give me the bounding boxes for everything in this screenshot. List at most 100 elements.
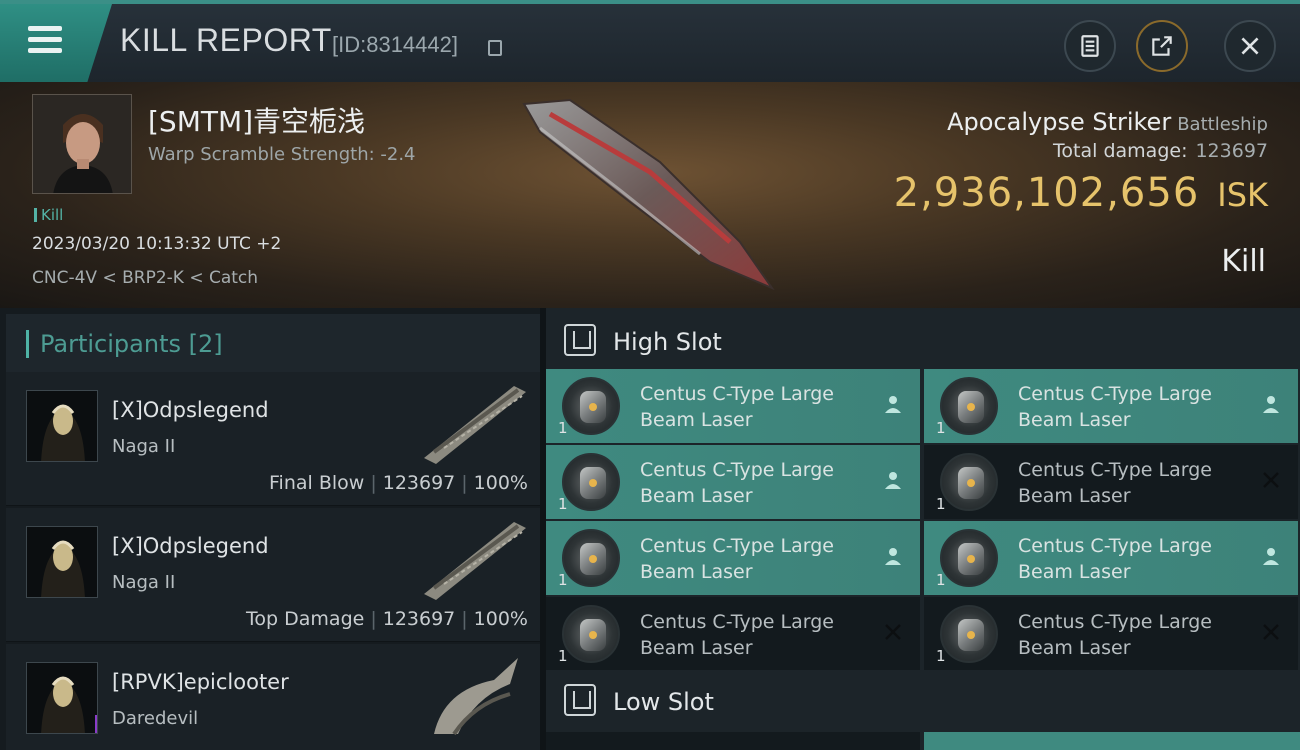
module-quantity: 1 xyxy=(558,571,568,589)
kill-datetime: 2023/03/20 10:13:32 UTC +2 xyxy=(32,234,282,254)
module-slot-partial xyxy=(924,732,1300,750)
participant-avatar xyxy=(26,390,98,462)
module-slot[interactable]: 1 Centus C-Type Large Beam Laser xyxy=(546,445,920,519)
warp-scramble-strength: Warp Scramble Strength: -2.4 xyxy=(148,144,416,165)
participant-role: Final Blow xyxy=(269,472,365,494)
isk-value: 2,936,102,656 xyxy=(893,170,1200,216)
participant-role: Top Damage xyxy=(246,608,365,630)
module-slot[interactable]: 1 Centus C-Type Large Beam Laser xyxy=(546,597,920,671)
isk-unit: ISK xyxy=(1217,176,1268,214)
person-icon xyxy=(1263,396,1279,413)
top-bar: KILL REPORT [ID:8314442] xyxy=(0,0,1300,82)
ship-name: Apocalypse Striker xyxy=(947,108,1172,136)
kill-location[interactable]: CNC-4V < BRP2-K < Catch xyxy=(32,268,258,288)
beam-laser-icon xyxy=(562,453,620,511)
module-name: Centus C-Type Large Beam Laser xyxy=(640,459,834,507)
participant-row[interactable]: [X]Odpslegend Naga II Top Damage | 123697 |… xyxy=(6,508,540,642)
participants-header[interactable]: Participants [2] xyxy=(6,314,540,372)
participant-ship-image xyxy=(424,386,526,464)
info-badge: i xyxy=(95,715,97,733)
victim-ship[interactable]: Apocalypse Striker Battleship xyxy=(947,108,1268,136)
beam-laser-icon xyxy=(562,605,620,663)
person-icon xyxy=(885,548,901,565)
participant-ship-image xyxy=(434,658,518,736)
x-icon xyxy=(1263,472,1279,488)
module-slot[interactable]: 1 Centus C-Type Large Beam Laser xyxy=(924,445,1298,519)
low-slot-label: Low Slot xyxy=(613,688,714,716)
beam-laser-icon xyxy=(940,605,998,663)
module-slot[interactable]: 1 Centus C-Type Large Beam Laser xyxy=(546,369,920,443)
fitting-panel: High Slot 1 Centus C-Type Large Beam Lase… xyxy=(546,308,1300,750)
participant-name: [RPVK]epiclooter xyxy=(112,670,289,694)
beam-laser-icon xyxy=(940,529,998,587)
participant-percent: 100% xyxy=(473,472,528,494)
total-damage: Total damage: 123697 xyxy=(1053,140,1268,162)
module-quantity: 1 xyxy=(558,647,568,665)
module-quantity: 1 xyxy=(936,647,946,665)
participant-damage: 123697 xyxy=(382,472,456,494)
module-name: Centus C-Type Large Beam Laser xyxy=(1018,611,1212,659)
page-title: KILL REPORT xyxy=(120,22,332,58)
x-icon xyxy=(1263,624,1279,640)
module-slot[interactable]: 1 Centus C-Type Large Beam Laser xyxy=(924,369,1298,443)
result-label: Kill xyxy=(1221,244,1266,279)
menu-button[interactable] xyxy=(0,4,112,82)
report-id: [ID:8314442] xyxy=(332,32,458,57)
module-quantity: 1 xyxy=(558,495,568,513)
ship-render xyxy=(522,98,775,291)
participant-ship: Naga II xyxy=(112,572,176,593)
module-name: Centus C-Type Large Beam Laser xyxy=(640,383,834,431)
clipboard-icon xyxy=(1081,35,1099,57)
victim-name[interactable]: [SMTM]青空栀浅 xyxy=(148,100,365,140)
participant-avatar: i xyxy=(26,662,98,734)
beam-laser-icon xyxy=(940,377,998,435)
beam-laser-icon xyxy=(562,377,620,435)
participant-stats: Final Blow | 123697 | 100% xyxy=(269,472,528,494)
x-icon xyxy=(885,624,901,640)
victim-portrait[interactable] xyxy=(32,94,132,194)
high-slot-header: High Slot xyxy=(546,310,1300,372)
low-slot-icon xyxy=(564,684,596,716)
module-slot-partial xyxy=(546,732,920,750)
total-damage-value: 123697 xyxy=(1195,140,1268,162)
participant-row[interactable]: i [RPVK]epiclooter Daredevil xyxy=(6,644,540,750)
beam-laser-icon xyxy=(562,529,620,587)
module-name: Centus C-Type Large Beam Laser xyxy=(1018,535,1212,583)
module-slot[interactable]: 1 Centus C-Type Large Beam Laser xyxy=(924,597,1298,671)
isk-loss: 2,936,102,656 ISK xyxy=(894,170,1268,216)
kill-tag: Kill xyxy=(34,206,63,224)
clipboard-button[interactable] xyxy=(1064,20,1116,72)
high-slot-icon xyxy=(564,324,596,356)
ship-class: Battleship xyxy=(1177,114,1268,135)
participant-stats: Top Damage | 123697 | 100% xyxy=(246,608,528,630)
module-name: Centus C-Type Large Beam Laser xyxy=(640,535,834,583)
person-icon xyxy=(885,396,901,413)
total-damage-label: Total damage: xyxy=(1053,140,1188,162)
module-quantity: 1 xyxy=(936,419,946,437)
participant-ship-image xyxy=(424,522,526,600)
participants-panel: Participants [2] [X]Odpslegend Naga II F… xyxy=(0,308,540,750)
person-icon xyxy=(885,472,901,489)
module-name: Centus C-Type Large Beam Laser xyxy=(1018,383,1212,431)
module-quantity: 1 xyxy=(936,495,946,513)
participant-avatar xyxy=(26,526,98,598)
participant-ship: Naga II xyxy=(112,436,176,457)
close-button[interactable] xyxy=(1224,20,1276,72)
participant-row[interactable]: [X]Odpslegend Naga II Final Blow | 123697 |… xyxy=(6,372,540,506)
low-slot-header: Low Slot xyxy=(546,670,1300,732)
module-quantity: 1 xyxy=(936,571,946,589)
share-icon xyxy=(1152,36,1172,56)
module-name: Centus C-Type Large Beam Laser xyxy=(640,611,834,659)
participant-name: [X]Odpslegend xyxy=(112,534,269,558)
copy-icon[interactable] xyxy=(488,40,502,56)
participant-name: [X]Odpslegend xyxy=(112,398,269,422)
high-slot-label: High Slot xyxy=(613,328,722,356)
person-icon xyxy=(1263,548,1279,565)
module-slot[interactable]: 1 Centus C-Type Large Beam Laser xyxy=(924,521,1298,595)
victim-panel: [SMTM]青空栀浅 Warp Scramble Strength: -2.4 … xyxy=(0,82,1300,308)
module-quantity: 1 xyxy=(558,419,568,437)
module-slot[interactable]: 1 Centus C-Type Large Beam Laser xyxy=(546,521,920,595)
participant-percent: 100% xyxy=(473,608,528,630)
participant-damage: 123697 xyxy=(382,608,456,630)
share-button[interactable] xyxy=(1136,20,1188,72)
